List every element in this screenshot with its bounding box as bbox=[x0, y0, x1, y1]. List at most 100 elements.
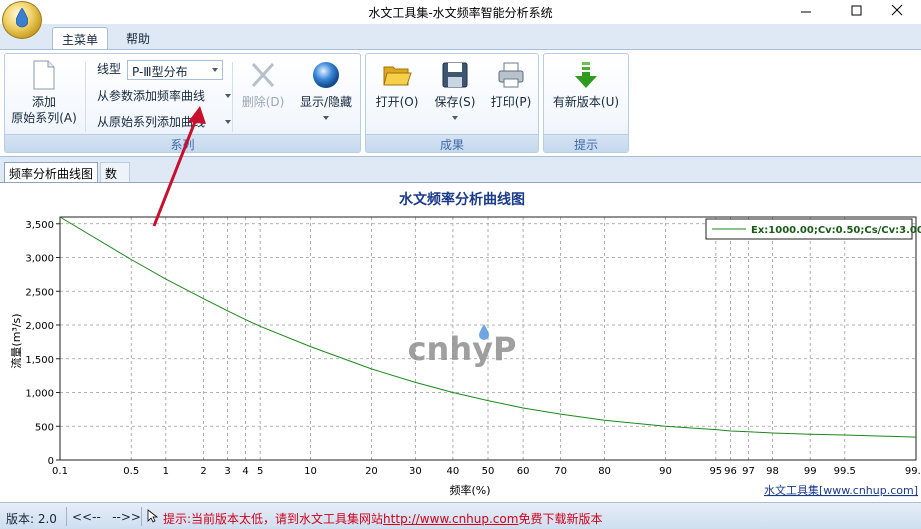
add-raw-series-button[interactable]: 添加 原始系列(A) bbox=[9, 60, 79, 126]
update-hint-suffix: 免费下载新版本 bbox=[518, 512, 603, 526]
delete-x-icon bbox=[251, 62, 275, 88]
open-button[interactable]: 打开(O) bbox=[370, 60, 424, 110]
separator bbox=[232, 62, 233, 132]
line-type-label: 线型 bbox=[97, 62, 122, 76]
update-hint: 提示:当前版本太低，请到水文工具集网站http://www.cnhup.com免… bbox=[163, 510, 602, 527]
x-tick-label: 50 bbox=[482, 466, 495, 477]
series-group: 添加 原始系列(A) 线型 P-Ⅲ型分布 从参数添加频率曲线 从原始系列添加曲线 bbox=[4, 53, 361, 153]
line-type-select[interactable]: P-Ⅲ型分布 bbox=[127, 60, 223, 80]
x-tick-label: 99.5 bbox=[834, 466, 856, 477]
close-button[interactable] bbox=[875, 0, 921, 24]
water-drop-icon bbox=[16, 8, 28, 28]
folder-open-icon bbox=[383, 66, 412, 86]
add-from-raw-label: 从原始系列添加曲线 bbox=[97, 115, 206, 129]
x-tick-label: 96 bbox=[724, 466, 737, 477]
x-tick-label: 95 bbox=[709, 466, 722, 477]
separator bbox=[66, 507, 67, 526]
y-tick-label: 2,500 bbox=[25, 287, 54, 298]
floppy-disk-icon bbox=[442, 62, 468, 88]
x-tick-label: 5 bbox=[257, 466, 263, 477]
y-axis: 05001,0001,5002,0002,5003,0003,500 bbox=[25, 220, 60, 467]
update-hint-link[interactable]: http://www.cnhup.com bbox=[383, 512, 518, 526]
tab-main-menu[interactable]: 主菜单 bbox=[52, 27, 108, 50]
y-tick-label: 3,000 bbox=[25, 254, 54, 265]
new-version-label: 有新版本(U) bbox=[552, 95, 620, 109]
x-tick-label: 99.9 bbox=[905, 466, 921, 477]
print-button[interactable]: 打印(P) bbox=[484, 60, 538, 110]
y-tick-label: 1,500 bbox=[25, 355, 54, 366]
separator bbox=[85, 62, 86, 132]
x-tick-label: 30 bbox=[409, 466, 422, 477]
printer-icon bbox=[498, 62, 524, 88]
sphere-icon bbox=[313, 62, 339, 88]
minimize-button[interactable] bbox=[783, 0, 829, 24]
tab-data[interactable]: 数据 bbox=[100, 162, 130, 198]
x-tick-label: 0.5 bbox=[123, 466, 139, 477]
chevron-down-icon bbox=[212, 68, 218, 72]
separator bbox=[141, 507, 142, 526]
status-bar: 版本: 2.0 <<-- -->> 提示:当前版本太低，请到水文工具集网站htt… bbox=[0, 502, 921, 529]
y-tick-label: 500 bbox=[35, 422, 54, 433]
y-axis-label: 流量(m³/s) bbox=[9, 313, 23, 368]
app-window: 水文工具集-水文频率智能分析系统 主菜单 帮助 添加 原始系列(A) 线型 P-… bbox=[0, 0, 921, 529]
chevron-down-icon bbox=[323, 116, 329, 120]
update-hint-prefix: 提示:当前版本太低，请到水文工具集网站 bbox=[163, 512, 384, 526]
show-hide-label: 显示/隐藏 bbox=[299, 95, 353, 109]
x-axis-label: 频率(%) bbox=[449, 483, 490, 497]
line-type-value: P-Ⅲ型分布 bbox=[132, 65, 188, 79]
save-label: 保存(S) bbox=[434, 95, 476, 109]
x-tick-label: 80 bbox=[598, 466, 611, 477]
add-button-line2: 原始系列(A) bbox=[11, 111, 77, 125]
add-from-raw-button[interactable]: 从原始系列添加曲线 bbox=[97, 113, 231, 133]
chevron-down-icon bbox=[452, 116, 458, 120]
new-document-icon bbox=[33, 60, 55, 90]
series-group-label: 系列 bbox=[5, 134, 360, 152]
x-tick-label: 99 bbox=[804, 466, 817, 477]
hint-group: 有新版本(U) 提示 bbox=[543, 53, 629, 153]
download-arrow-icon bbox=[575, 62, 597, 88]
chart-title: 水文频率分析曲线图 bbox=[399, 191, 525, 208]
source-link[interactable]: 水文工具集[www.cnhup.com] bbox=[764, 483, 918, 497]
maximize-button[interactable] bbox=[833, 0, 879, 24]
app-menu-orb[interactable] bbox=[2, 1, 42, 39]
nav-arrows[interactable]: <<-- -->> bbox=[72, 510, 141, 524]
chevron-down-icon bbox=[225, 94, 231, 98]
x-tick-label: 90 bbox=[659, 466, 672, 477]
new-version-button[interactable]: 有新版本(U) bbox=[546, 60, 626, 110]
tab-frequency-chart[interactable]: 频率分析曲线图 bbox=[4, 162, 98, 182]
tab-help[interactable]: 帮助 bbox=[116, 27, 160, 50]
x-tick-label: 10 bbox=[304, 466, 317, 477]
cursor-icon bbox=[147, 509, 159, 523]
save-button[interactable]: 保存(S) bbox=[428, 60, 482, 126]
delete-label: 删除(D) bbox=[241, 95, 285, 109]
close-icon bbox=[891, 4, 903, 16]
title-bar: 水文工具集-水文频率智能分析系统 bbox=[0, 0, 921, 24]
results-group: 打开(O) 保存(S) 打印(P) 成果 bbox=[365, 53, 539, 153]
legend-entry: Ex:1000.00;Cv:0.50;Cs/Cv:3.00 bbox=[751, 225, 921, 236]
x-tick-label: 20 bbox=[365, 466, 378, 477]
x-tick-label: 60 bbox=[517, 466, 530, 477]
chevron-down-icon bbox=[225, 120, 231, 124]
svg-text:cnhyP: cnhyP bbox=[408, 330, 517, 368]
version-text: 版本: 2.0 bbox=[6, 512, 57, 526]
x-tick-label: 3 bbox=[224, 466, 230, 477]
minimize-icon bbox=[801, 11, 811, 13]
x-tick-label: 98 bbox=[766, 466, 779, 477]
y-tick-label: 1,000 bbox=[25, 389, 54, 400]
line-type-row: 线型 P-Ⅲ型分布 bbox=[97, 60, 223, 80]
x-tick-label: 4 bbox=[242, 466, 248, 477]
add-from-params-label: 从参数添加频率曲线 bbox=[97, 89, 206, 103]
delete-button[interactable]: 删除(D) bbox=[237, 60, 289, 110]
ribbon: 添加 原始系列(A) 线型 P-Ⅲ型分布 从参数添加频率曲线 从原始系列添加曲线 bbox=[0, 49, 921, 157]
add-button-line1: 添加 bbox=[31, 95, 56, 109]
open-label: 打开(O) bbox=[375, 95, 419, 109]
y-tick-label: 2,000 bbox=[25, 321, 54, 332]
legend: Ex:1000.00;Cv:0.50;Cs/Cv:3.00 bbox=[705, 218, 921, 240]
watermark-logo: cnhyP bbox=[408, 324, 517, 368]
show-hide-button[interactable]: 显示/隐藏 bbox=[295, 60, 357, 126]
x-tick-label: 0.1 bbox=[52, 466, 68, 477]
y-tick-label: 3,500 bbox=[25, 220, 54, 231]
x-tick-label: 70 bbox=[554, 466, 567, 477]
print-label: 打印(P) bbox=[490, 95, 532, 109]
add-from-params-button[interactable]: 从参数添加频率曲线 bbox=[97, 87, 231, 107]
